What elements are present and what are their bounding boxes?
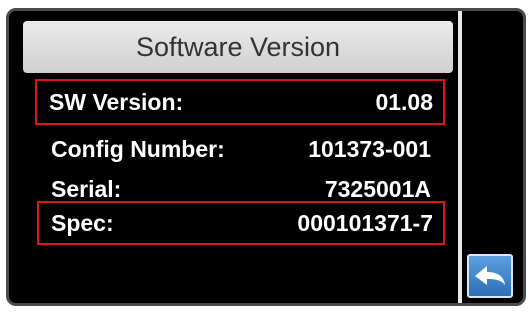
sw-version-value: 01.08 (375, 88, 433, 115)
side-divider (458, 11, 462, 303)
spec-value: 000101371-7 (297, 209, 433, 236)
page-title: Software Version (135, 31, 341, 62)
spec-row: Spec: 000101371-7 (37, 201, 445, 245)
title-bar: Software Version (23, 21, 453, 73)
back-button[interactable] (467, 254, 513, 298)
sw-version-row: SW Version: 01.08 (35, 79, 445, 125)
config-number-row: Config Number: 101373-001 (39, 129, 441, 169)
back-arrow-icon (475, 266, 505, 285)
config-number-label: Config Number: (51, 135, 225, 162)
sw-version-label: SW Version: (49, 88, 184, 115)
serial-label: Serial: (51, 175, 122, 202)
config-number-value: 101373-001 (308, 135, 431, 162)
serial-value: 7325001A (324, 175, 431, 202)
spec-label: Spec: (51, 209, 114, 236)
device-screen: Software Version SW Version: 01.08 Confi… (6, 8, 526, 306)
